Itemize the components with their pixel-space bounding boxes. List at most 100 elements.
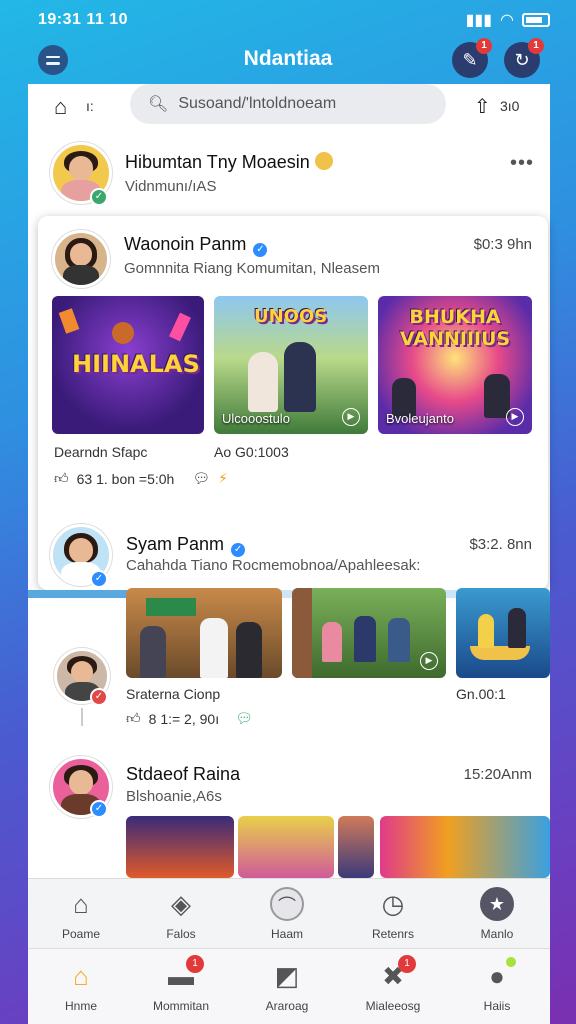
notifications-button[interactable]: ✎ 1 <box>452 38 492 78</box>
reaction-text: 63 1. bon =5:0h <box>76 470 175 487</box>
media-thumbnail[interactable]: BHUKHA VANNIIIUS Bvoleujanto ▶ <box>378 296 532 434</box>
verified-icon: ✓ <box>90 688 108 706</box>
tab-badge: 1 <box>398 955 416 973</box>
nav-label: Hnme <box>64 999 97 1013</box>
refresh-button[interactable]: ↻ 1 <box>504 38 544 78</box>
chat-icon: ⌒ <box>270 887 304 921</box>
post-meta-right: Gn.00:1 <box>456 686 506 702</box>
thumbnail-title: UNOOS <box>254 306 328 327</box>
notif-badge: 1 <box>476 38 492 54</box>
post-subtitle: Gomnnita Riang Komumitan, Nleasem <box>124 260 380 277</box>
tab-home[interactable]: ⌂ Hnme <box>36 959 126 1013</box>
bell-icon: ✎ <box>462 49 478 70</box>
clock-icon: ◷ <box>381 889 405 919</box>
app-bar: Ndantiaa ✎ 1 ↻ 1 <box>28 36 548 86</box>
post-time: 15:20Anm <box>463 766 532 783</box>
nav-item[interactable]: ⌂ Poame <box>36 887 126 941</box>
author-name: Syam Panm <box>126 534 225 554</box>
tab-profile[interactable]: ● Haiis <box>452 957 542 1013</box>
nav-label: Haam <box>270 927 303 941</box>
thumbnail-title: BHUKHA VANNIIIUS <box>399 306 511 350</box>
nav-item[interactable]: ★ Manlo <box>452 887 542 941</box>
status-bar: 19:31 11 10 ▮▮▮ ◠ <box>0 0 576 40</box>
media-thumbnail[interactable] <box>126 816 234 878</box>
nav-label: Mialeeosg <box>365 999 421 1013</box>
nav-label: Retenrs <box>371 927 415 941</box>
media-thumbnail[interactable] <box>380 816 550 878</box>
reaction-row: 👍︎ 63 1. bon =5:0h 💬︎ ⚡︎ <box>54 470 228 487</box>
thumbnail-title: HIINALAS <box>72 350 200 378</box>
emoji-icon <box>314 152 333 170</box>
search-input[interactable]: 🔍︎ Susoand/'lntoldnoeam <box>130 84 446 124</box>
profile-icon: ● <box>480 957 516 993</box>
refresh-badge: 1 <box>528 38 544 54</box>
share-label: 3ı0 <box>500 98 520 114</box>
tab-messages[interactable]: ✖ 1 Mialeeosg <box>348 955 438 1013</box>
media-thumbnail[interactable] <box>338 816 374 878</box>
nav-label: Manlo <box>480 927 514 941</box>
map-icon: ◈ <box>171 889 191 919</box>
search-row: ⌂ ı: 🔍︎ Susoand/'lntoldnoeam ⇧ 3ı0 <box>28 84 550 130</box>
post-author[interactable]: Syam Panm ✓ <box>126 534 248 559</box>
post-meta-left: Dearndn Sfapc <box>54 444 148 460</box>
signal-icon: ▮▮▮ <box>465 12 493 29</box>
comment-icon[interactable]: 💬︎ <box>235 710 253 727</box>
nav-item[interactable]: ⌒ Haam <box>242 887 332 941</box>
nav-label: Falos <box>166 927 196 941</box>
nav-label: Araroag <box>265 999 309 1013</box>
play-icon: ▶ <box>342 408 360 426</box>
home-icon[interactable]: ⌂ <box>54 94 67 120</box>
reaction-row: 👍︎ 8 1:= 2, 90ı 💬︎ <box>126 710 253 727</box>
media-thumbnail[interactable]: ▶ <box>292 588 446 678</box>
post-card: Waonoin Panm ✓ $0:3 9hn Gomnnita Riang K… <box>38 216 548 590</box>
post-subtitle: Blshoanie,A6s <box>126 788 222 805</box>
nav-item[interactable]: ◷ Retenrs <box>348 887 438 941</box>
post-subtitle: Cahahda Tiano Rocmemobnoa/Apahleesak: <box>126 557 421 574</box>
post-author[interactable]: Waonoin Panm ✓ <box>124 234 270 259</box>
home-icon: ⌂ <box>73 889 89 919</box>
like-icon[interactable]: 👍︎ <box>126 710 141 727</box>
share-reaction-icon[interactable]: ⚡︎ <box>218 470 228 487</box>
media-thumbnail[interactable] <box>126 588 282 678</box>
media-thumbnail[interactable]: UNOOS Ulcooostulo ▶ <box>214 296 368 434</box>
like-icon[interactable]: 👍︎ <box>54 470 69 487</box>
author-name: Hibumtan Tny Moaesin <box>125 152 310 172</box>
feed-panel: ⌂ ı: 🔍︎ Susoand/'lntoldnoeam ⇧ 3ı0 ✓ Hib… <box>28 84 550 1024</box>
battery-icon <box>522 13 550 27</box>
verified-icon: ✓ <box>251 241 270 259</box>
comment-icon[interactable]: 💬︎ <box>192 470 210 487</box>
share-icon[interactable]: ⇧ <box>474 94 491 119</box>
refresh-icon: ↻ <box>514 49 530 70</box>
tab-badge: 1 <box>186 955 204 973</box>
post-time: $0:3 9hn <box>473 236 532 253</box>
verified-icon: ✓ <box>90 188 108 206</box>
tab-community[interactable]: ▬ 1 Mommitan <box>136 955 226 1013</box>
media-thumbnail[interactable] <box>456 588 550 678</box>
post-author[interactable]: Hibumtan Tny Moaesin <box>125 152 333 173</box>
tab-media[interactable]: ◩ Araroag <box>242 959 332 1013</box>
verified-icon: ✓ <box>90 800 108 818</box>
online-dot <box>506 957 516 967</box>
nav-label: Mommitan <box>152 999 209 1013</box>
nav-item[interactable]: ◈ Falos <box>136 887 226 941</box>
post-subtitle: Vidnmunı/ıAS <box>125 178 217 195</box>
status-icons: ▮▮▮ ◠ <box>466 10 550 30</box>
media-thumbnail[interactable]: HIINALAS <box>52 296 204 434</box>
status-time: 19:31 11 10 <box>38 11 129 28</box>
home-icon: ⌂ <box>73 961 89 991</box>
secondary-nav: ⌂ Poame ◈ Falos ⌒ Haam ◷ Retenrs ★ Manlo <box>28 878 550 948</box>
user-icon: ✖ 1 <box>376 955 416 993</box>
media-thumbnail[interactable] <box>238 816 334 878</box>
home-label: ı: <box>86 98 94 114</box>
post-author[interactable]: Stdaeof Raina <box>126 764 240 785</box>
image-icon: ◩ <box>274 961 300 991</box>
thread-line <box>81 708 83 726</box>
more-options-icon[interactable]: ••• <box>510 152 534 175</box>
nav-label: Poame <box>61 927 101 941</box>
nav-label: Haiis <box>483 999 511 1013</box>
reaction-text: 8 1:= 2, 90ı <box>148 710 220 727</box>
post-meta-left: Sraterna Cionp <box>126 686 221 702</box>
post-time: $3:2. 8nn <box>469 536 532 553</box>
avatar[interactable] <box>52 230 110 288</box>
thumbnail-caption: Bvoleujanto <box>386 411 454 426</box>
